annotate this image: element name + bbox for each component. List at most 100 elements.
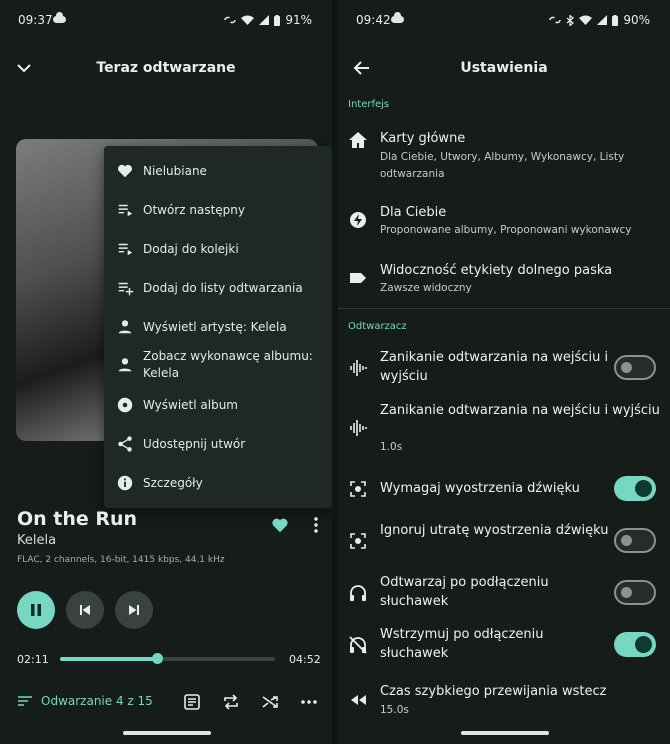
lyrics-icon[interactable] [182, 692, 202, 712]
menu-item-label: Zobacz wykonawcę albumu: Kelela [143, 349, 313, 380]
queue-add-icon [118, 243, 133, 256]
cloud-icon [53, 12, 66, 23]
setting-ignore-focus-loss[interactable]: Ignoruj utratę wyostrzenia dźwięku [338, 520, 670, 562]
track-title: On the Run [17, 508, 138, 530]
page-title: Teraz odtwarzane [96, 60, 236, 76]
signal-icon [259, 15, 270, 25]
playlist-add-icon [118, 282, 134, 296]
setting-title: Wstrzymuj po odłączeniu słuchawek [380, 627, 544, 661]
elapsed-time: 02:11 [17, 653, 49, 666]
setting-main-tabs[interactable]: Karty główne Dla Ciebie, Utwory, Albumy,… [338, 128, 670, 182]
menu-item-label: Dodaj do kolejki [143, 241, 239, 256]
skip-next-icon [129, 605, 139, 615]
previous-button[interactable] [66, 591, 104, 629]
menu-item-play-next[interactable]: Otwórz następny [104, 200, 332, 220]
setting-bottom-label-visibility[interactable]: Widoczność etykiety dolnego paska Zawsze… [338, 260, 670, 298]
wifi-icon [579, 15, 593, 25]
battery-icon [612, 14, 619, 26]
bluetooth-icon [566, 14, 575, 26]
menu-item-view-album[interactable]: Wyświetl album [104, 395, 332, 415]
setting-for-you[interactable]: Dla Ciebie Proponowane albumy, Proponowa… [338, 202, 670, 240]
track-format-info: FLAC, 2 channels, 16-bit, 1415 kbps, 44.… [17, 555, 225, 565]
menu-item-share[interactable]: Udostępnij utwór [104, 434, 332, 454]
setting-title: Zanikanie odtwarzania na wejściu i wyjśc… [380, 350, 609, 384]
menu-item-add-to-queue[interactable]: Dodaj do kolejki [104, 239, 332, 259]
setting-subtitle: 15.0s [380, 704, 409, 716]
share-icon [118, 436, 132, 452]
section-header-interface: Interfejs [348, 99, 390, 110]
menu-item-unlike[interactable]: Nielubiane [104, 161, 332, 181]
status-bar: 09:37 91% [0, 0, 332, 40]
menu-item-label: Nielubiane [143, 163, 207, 178]
skip-previous-icon [80, 605, 90, 615]
home-indicator [461, 731, 549, 735]
audio-focus-switch[interactable] [614, 476, 656, 501]
label-icon [350, 273, 366, 283]
setting-subtitle: Zawsze widoczny [380, 282, 472, 294]
wifi-icon [241, 15, 255, 25]
setting-subtitle: 1.0s [380, 441, 403, 453]
setting-fade-toggle[interactable]: Zanikanie odtwarzania na wejściu i wyjśc… [338, 347, 670, 389]
status-time: 09:37 [18, 13, 53, 27]
app-bar: Teraz odtwarzane [0, 46, 332, 90]
focus-icon [350, 481, 366, 497]
menu-item-label: Wyświetl album [143, 397, 238, 412]
link-icon [549, 16, 562, 24]
track-artist[interactable]: Kelela [17, 533, 56, 548]
headphones-icon [350, 585, 366, 601]
setting-subtitle: Dla Ciebie, Utwory, Albumy, Wykonawcy, L… [380, 151, 625, 180]
shuffle-icon[interactable] [260, 692, 280, 712]
repeat-icon[interactable] [221, 692, 241, 712]
person-icon [118, 358, 132, 372]
person-icon [118, 320, 132, 334]
queue-list-icon [18, 696, 32, 706]
page-title: Ustawienia [460, 60, 548, 76]
seek-bar-thumb[interactable] [151, 653, 163, 664]
setting-title: Widoczność etykiety dolnego paska [380, 263, 613, 278]
menu-item-view-artist[interactable]: Wyświetl artystę: Kelela [104, 317, 332, 337]
now-playing-screen: 09:37 91% Teraz odtwarzane Nielubiane Ot… [0, 0, 332, 744]
link-icon [224, 16, 237, 24]
menu-item-details[interactable]: Szczegóły [104, 473, 332, 493]
ignore-focus-loss-switch[interactable] [614, 528, 656, 553]
setting-play-on-headphones[interactable]: Odtwarzaj po podłączeniu słuchawek [338, 572, 670, 614]
home-icon [349, 132, 367, 148]
more-horiz-icon[interactable] [299, 692, 319, 712]
album-icon [117, 397, 133, 413]
fade-toggle-switch[interactable] [614, 355, 656, 380]
waveform-icon [350, 420, 367, 436]
seek-bar[interactable] [60, 653, 275, 664]
menu-item-label: Wyświetl artystę: Kelela [143, 319, 287, 334]
app-bar: Ustawienia [338, 46, 670, 90]
more-vert-icon[interactable] [309, 516, 323, 534]
home-indicator [123, 731, 211, 735]
setting-require-audio-focus[interactable]: Wymagaj wyostrzenia dźwięku [338, 476, 670, 502]
queue-button[interactable]: Odwarzanie 4 z 15 [17, 694, 153, 708]
setting-fade-duration[interactable]: Zanikanie odtwarzania na wejściu i wyjśc… [338, 400, 670, 458]
setting-pause-on-disconnect[interactable]: Wstrzymuj po odłączeniu słuchawek [338, 624, 670, 666]
section-divider [338, 308, 670, 309]
play-on-headphones-switch[interactable] [614, 580, 656, 605]
cloud-icon [391, 12, 404, 23]
pause-icon [31, 604, 41, 616]
heart-icon[interactable] [271, 516, 289, 534]
menu-item-label: Otwórz następny [143, 202, 245, 217]
setting-title: Ignoruj utratę wyostrzenia dźwięku [380, 523, 609, 538]
menu-item-add-to-playlist[interactable]: Dodaj do listy odtwarzania [104, 278, 332, 298]
pause-on-disconnect-switch[interactable] [614, 632, 656, 657]
setting-title: Czas szybkiego przewijania wstecz [380, 684, 607, 699]
seek-bar-fill [60, 657, 157, 661]
waveform-icon [350, 360, 367, 376]
menu-item-view-album-artist[interactable]: Zobacz wykonawcę albumu: Kelela [104, 348, 332, 382]
next-button[interactable] [115, 591, 153, 629]
for-you-icon [350, 212, 366, 228]
heart-icon [117, 164, 133, 178]
pause-button[interactable] [17, 591, 55, 629]
headphones-off-icon [349, 636, 367, 654]
status-time: 09:42 [356, 13, 391, 27]
menu-item-label: Szczegóły [143, 475, 203, 490]
setting-rewind-duration[interactable]: Czas szybkiego przewijania wstecz 15.0s [338, 682, 670, 720]
rewind-icon [351, 695, 366, 705]
battery-percent: 90% [623, 13, 650, 27]
track-context-menu: Nielubiane Otwórz następny Dodaj do kole… [104, 146, 332, 508]
